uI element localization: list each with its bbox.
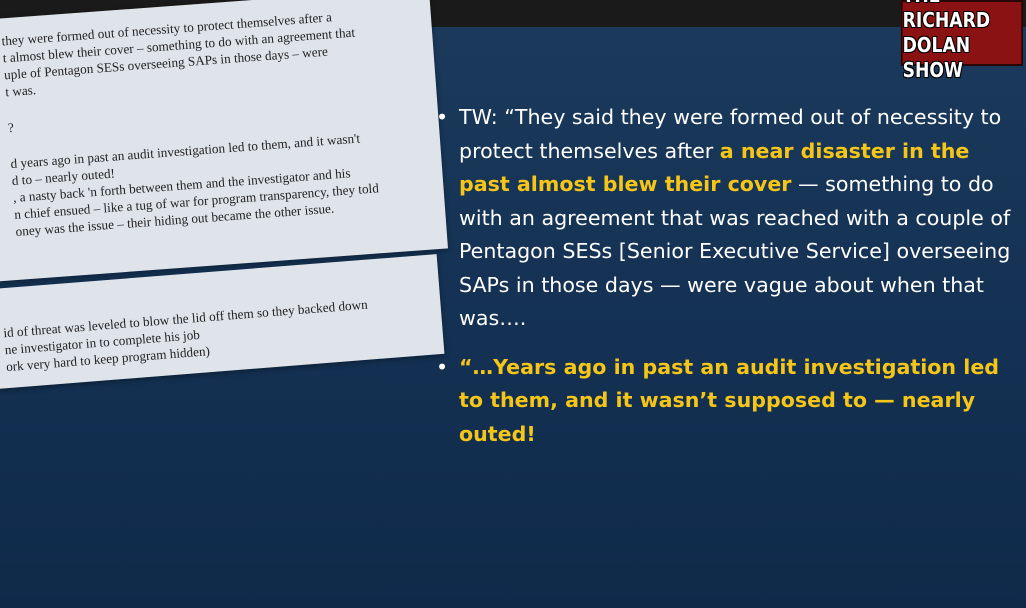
bullet-highlight: Years ago in past an audit investigation… [459, 354, 1000, 446]
bullet-item: • “…Years ago in past an audit investiga… [436, 351, 1016, 452]
doc-line: d years ago in past an audit investigati… [10, 130, 361, 172]
bullet-dot-icon: • [436, 105, 449, 129]
logo-line-1: THE RICHARD [902, 0, 991, 32]
bullet-item: • TW: “They said they were formed out of… [436, 101, 1016, 336]
bullet-dot-icon: • [436, 354, 449, 379]
bullet-text: “… [459, 354, 494, 379]
show-logo: THE RICHARD DOLAN SHOW [900, 0, 1023, 82]
doc-line: t was. [4, 82, 37, 100]
logo-line-2: DOLAN SHOW [902, 33, 971, 82]
doc-line: ? [7, 119, 15, 136]
quote-bullets: • TW: “They said they were formed out of… [436, 101, 1016, 451]
document-excerpt-top: they were formed out of necessity to pro… [0, 0, 448, 282]
